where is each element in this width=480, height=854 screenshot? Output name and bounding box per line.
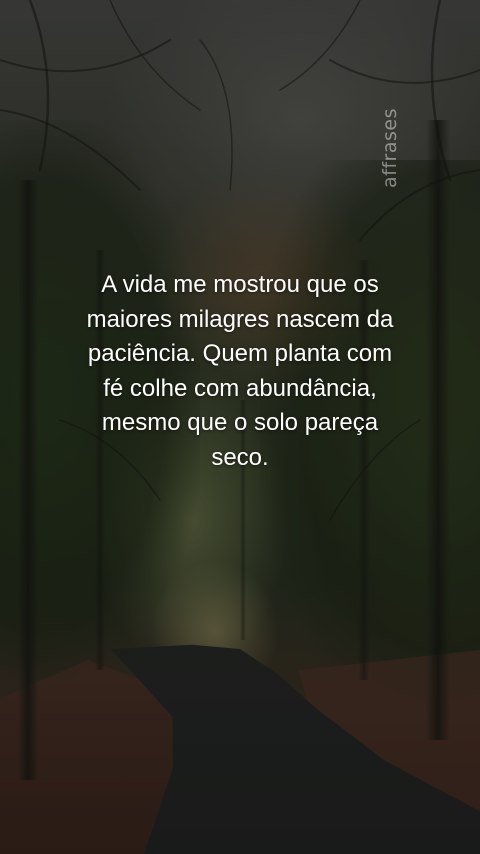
quote-text: A vida me mostrou que os maiores milagre… [40, 268, 440, 475]
quote-line: maiores milagres nascem da [86, 305, 394, 333]
watermark-text: affrases [379, 108, 401, 188]
quote-line: fé colhe com abundância, [103, 374, 377, 402]
quote-line: paciência. Quem planta com [87, 340, 393, 367]
quote-line: mesmo que o solo pareça [101, 409, 379, 436]
quote-line: A vida me mostrou que os [101, 271, 379, 298]
quote-line: seco. [211, 443, 269, 471]
